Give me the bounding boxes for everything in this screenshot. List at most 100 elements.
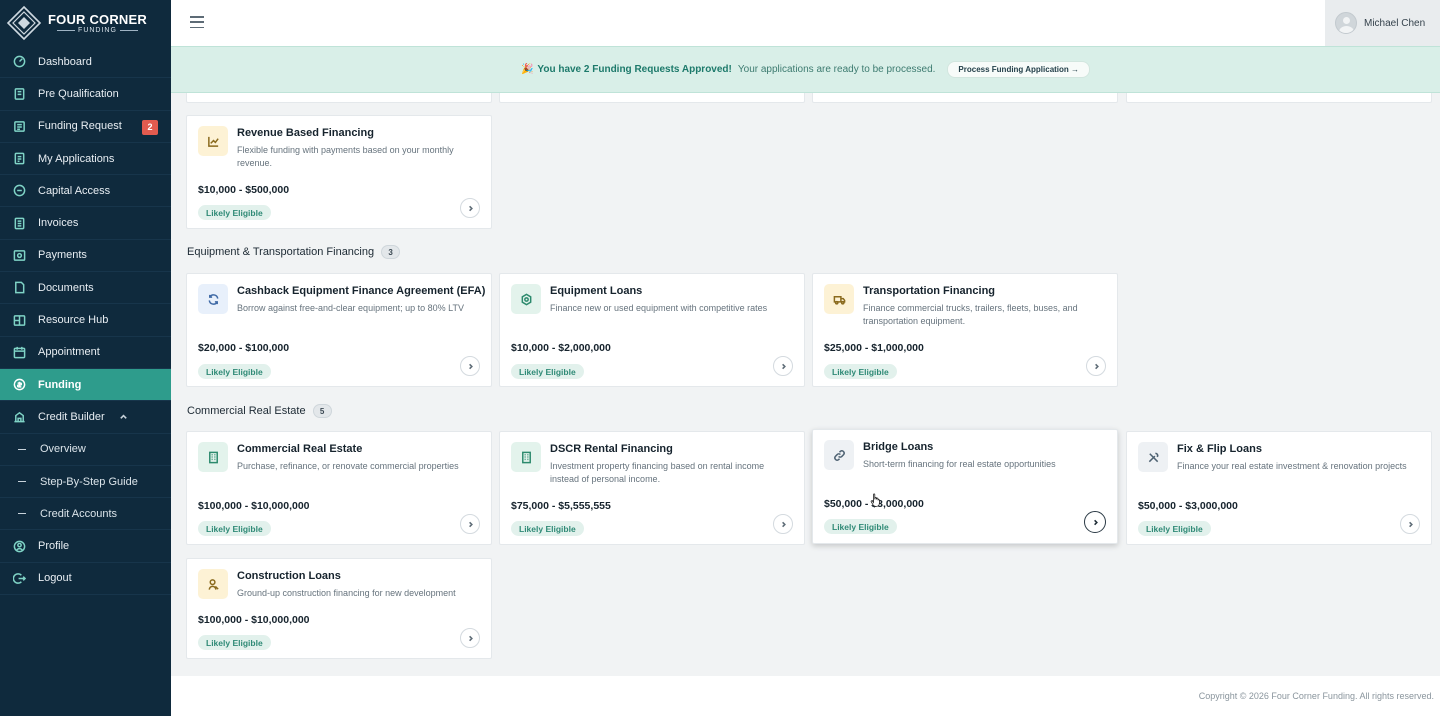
dash-icon — [18, 481, 26, 482]
funding-icon — [12, 378, 26, 392]
eligibility-badge: Likely Eligible — [198, 521, 271, 536]
sidebar-subitem-credit-accounts[interactable]: Credit Accounts — [0, 498, 171, 531]
card-amount-range: $100,000 - $10,000,000 — [198, 614, 310, 626]
eligibility-badge: Likely Eligible — [511, 364, 584, 379]
party-popper-icon: 🎉 — [520, 64, 534, 75]
card-description: Short-term financing for real estate opp… — [863, 459, 1056, 469]
sidebar-item-label: Profile — [38, 540, 70, 553]
sidebar-item-credit-builder[interactable]: Credit Builder — [0, 401, 171, 434]
sidebar-item-resource-hub[interactable]: Resource Hub — [0, 304, 171, 337]
sidebar-item-invoices[interactable]: Invoices — [0, 207, 171, 240]
funding-request-count-badge: 2 — [142, 119, 158, 135]
card-amount-range: $50,000 - $3,000,000 — [1138, 500, 1238, 512]
sidebar-subitem-step-by-step-guide[interactable]: Step-By-Step Guide — [0, 466, 171, 499]
calendar-icon — [12, 345, 26, 359]
card-amount-range: $25,000 - $1,000,000 — [824, 342, 924, 354]
card-amount-range: $10,000 - $500,000 — [198, 184, 290, 196]
chevron-right-icon[interactable] — [460, 514, 480, 534]
sidebar-item-payments[interactable]: Payments — [0, 240, 171, 273]
process-funding-application-button[interactable]: Process Funding Application → — [947, 61, 1091, 78]
card-title: Fix & Flip Loans — [1177, 443, 1262, 455]
chevron-right-icon[interactable] — [460, 198, 480, 218]
product-card-bridge-loans[interactable]: Bridge Loans Short-term financing for re… — [812, 429, 1118, 544]
dash-icon — [18, 513, 26, 515]
trend-chart-icon — [198, 126, 228, 156]
truck-icon — [824, 284, 854, 314]
card-description: Ground-up construction financing for new… — [237, 588, 456, 598]
sidebar-item-documents[interactable]: Documents — [0, 272, 171, 305]
documents-icon — [12, 281, 26, 295]
card-amount-range: $10,000 - $2,000,000 — [511, 342, 611, 354]
sidebar: FOUR CORNER FUNDING Dashboard Pre Qualif… — [0, 0, 171, 716]
sidebar-item-label: Step-By-Step Guide — [40, 475, 138, 488]
brand-logo[interactable]: FOUR CORNER FUNDING — [0, 0, 171, 46]
chevron-right-icon[interactable] — [1086, 356, 1106, 376]
sidebar-item-dashboard[interactable]: Dashboard — [0, 46, 171, 79]
invoice-icon — [12, 216, 26, 230]
card-title: Bridge Loans — [863, 441, 934, 453]
profile-icon — [12, 539, 26, 553]
card-title: Cashback Equipment Finance Agreement (EF… — [237, 285, 486, 297]
chevron-right-icon[interactable] — [1084, 511, 1106, 533]
product-card-fix-and-flip-loans[interactable]: Fix & Flip Loans Finance your real estat… — [1126, 431, 1432, 545]
card-title: Construction Loans — [237, 570, 341, 582]
request-icon — [12, 119, 26, 133]
product-card-dscr-rental-financing[interactable]: DSCR Rental Financing Investment propert… — [499, 431, 805, 545]
sidebar-nav: Dashboard Pre Qualification Funding Requ… — [0, 46, 171, 596]
sidebar-subitem-overview[interactable]: Overview — [0, 434, 171, 466]
payments-icon — [12, 248, 26, 262]
product-card-commercial-real-estate[interactable]: Commercial Real Estate Purchase, refinan… — [186, 431, 492, 545]
sidebar-item-label: Documents — [38, 281, 94, 294]
sidebar-item-my-applications[interactable]: My Applications — [0, 143, 171, 176]
card-description: Finance commercial trucks, trailers, fle… — [863, 303, 1078, 326]
card-amount-range: $100,000 - $10,000,000 — [198, 500, 310, 512]
user-menu[interactable]: Michael Chen — [1325, 0, 1440, 46]
logo-diamond-icon — [6, 5, 42, 41]
sidebar-item-label: Payments — [38, 249, 87, 262]
sidebar-item-label: Pre Qualification — [38, 87, 119, 100]
sidebar-item-funding-request[interactable]: Funding Request 2 — [0, 111, 171, 143]
building-icon — [511, 442, 541, 472]
brand-subtitle: FUNDING — [57, 27, 138, 34]
sidebar-item-capital-access[interactable]: Capital Access — [0, 175, 171, 208]
sidebar-item-label: Logout — [38, 572, 72, 585]
chevron-right-icon[interactable] — [1400, 514, 1420, 534]
menu-toggle-icon[interactable] — [190, 16, 204, 28]
eligibility-badge: Likely Eligible — [824, 519, 897, 534]
dashboard-icon — [12, 55, 26, 69]
product-card-equipment-loans[interactable]: Equipment Loans Finance new or used equi… — [499, 273, 805, 387]
sidebar-item-profile[interactable]: Profile — [0, 530, 171, 563]
sidebar-item-appointment[interactable]: Appointment — [0, 337, 171, 369]
section-title: Equipment & Transportation Financing — [187, 246, 375, 258]
dash-icon — [18, 448, 26, 450]
product-card-construction-loans[interactable]: Construction Loans Ground-up constructio… — [186, 558, 492, 659]
applications-icon — [12, 152, 26, 166]
approval-banner: 🎉 You have 2 Funding Requests Approved! … — [171, 46, 1440, 93]
eligibility-badge: Likely Eligible — [198, 635, 271, 650]
sidebar-item-logout[interactable]: Logout — [0, 563, 171, 596]
sidebar-item-funding[interactable]: Funding — [0, 368, 171, 402]
link-icon — [824, 440, 854, 470]
card-description: Finance your real estate investment & re… — [1177, 461, 1407, 471]
section-count-badge: 5 — [312, 404, 332, 418]
product-card-revenue-based-financing[interactable]: Revenue Based Financing Flexible funding… — [186, 115, 492, 229]
chevron-right-icon[interactable] — [773, 356, 793, 376]
sidebar-item-label: Invoices — [38, 217, 79, 230]
card-title: Commercial Real Estate — [237, 443, 363, 455]
card-title: Transportation Financing — [863, 285, 996, 297]
product-card-transportation-financing[interactable]: Transportation Financing Finance commerc… — [812, 273, 1118, 387]
card-amount-range: $20,000 - $100,000 — [198, 342, 290, 354]
card-description: Purchase, refinance, or renovate commerc… — [237, 461, 459, 471]
chevron-right-icon[interactable] — [460, 356, 480, 376]
card-description: Finance new or used equipment with compe… — [550, 303, 768, 313]
chevron-right-icon[interactable] — [773, 514, 793, 534]
eligibility-badge: Likely Eligible — [198, 364, 271, 379]
chevron-right-icon[interactable] — [460, 628, 480, 648]
card-description: Borrow against free-and-clear equipment;… — [237, 303, 464, 313]
sidebar-item-pre-qualification[interactable]: Pre Qualification — [0, 78, 171, 111]
product-card-cashback-efa[interactable]: Cashback Equipment Finance Agreement (EF… — [186, 273, 492, 387]
resource-icon — [12, 313, 26, 327]
section-heading-commercial-real-estate: Commercial Real Estate 5 — [187, 404, 332, 418]
refresh-icon — [198, 284, 228, 314]
sidebar-item-label: My Applications — [38, 152, 115, 165]
